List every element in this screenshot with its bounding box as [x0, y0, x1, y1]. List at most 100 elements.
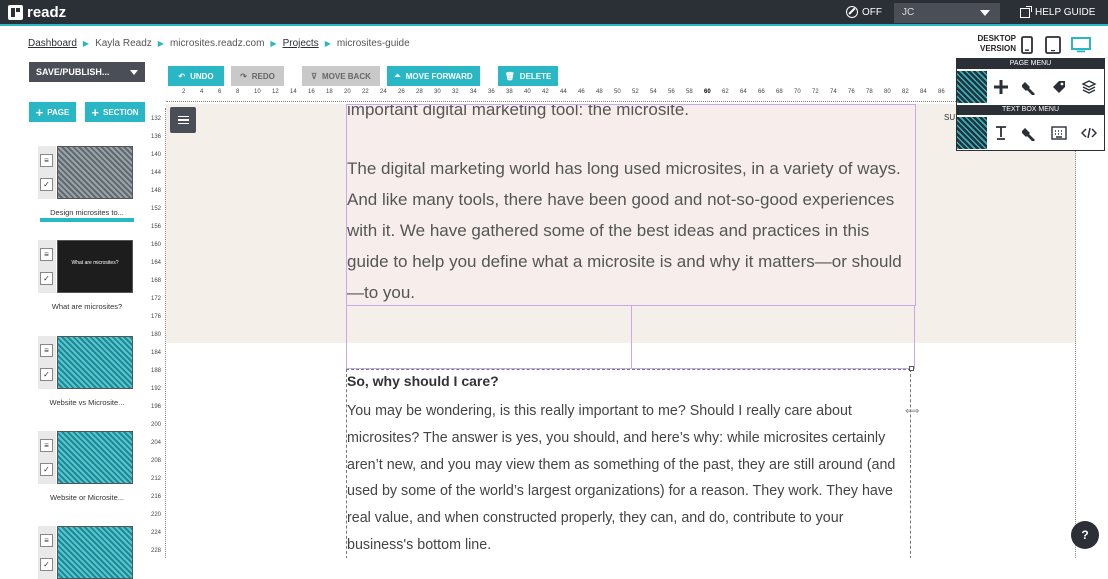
tablet-view-button[interactable] — [1045, 36, 1061, 59]
page-tag-button[interactable] — [1047, 75, 1071, 99]
desktop-icon — [1071, 37, 1091, 53]
ruler-tick-label: 18 — [326, 89, 333, 95]
delete-label: DELETE — [519, 71, 552, 81]
breadcrumb-separator-icon: ▶ — [324, 39, 331, 48]
ruler-tick-label: 16 — [308, 89, 315, 95]
page-caption: Website or Microsite... — [49, 493, 125, 502]
mobile-view-button[interactable] — [1021, 36, 1033, 59]
chat-question-icon: ? — [1081, 528, 1089, 542]
breadcrumb-separator-icon: ▶ — [157, 39, 164, 48]
two-column-block[interactable] — [346, 306, 915, 369]
page-settings-button[interactable] — [1018, 75, 1042, 99]
page-menu-icon[interactable]: ≡ — [40, 534, 53, 547]
page-visible-checkbox[interactable]: ✓ — [40, 463, 53, 476]
page-preview-image[interactable] — [57, 336, 133, 389]
delete-button[interactable]: 🗑︎ DELETE — [498, 66, 558, 86]
html-code-button[interactable] — [1077, 121, 1101, 145]
editor-canvas[interactable]: important digital marketing tool: the mi… — [166, 104, 1076, 558]
add-section-button[interactable]: + SECTION — [85, 102, 145, 122]
ruler-tick-label: 228 — [151, 548, 162, 554]
undo-button[interactable]: ↶ UNDO — [168, 66, 224, 86]
text-box-menu-title: TEXT BOX MENU — [957, 105, 1104, 115]
ruler-tick-label: 38 — [506, 89, 513, 95]
ruler-tick-label: 50 — [614, 89, 621, 95]
page-menu-icon[interactable]: ≡ — [40, 248, 53, 261]
page-preview-image[interactable] — [57, 146, 133, 199]
breadcrumb-projects[interactable]: Projects — [283, 38, 319, 49]
chevron-down-icon — [980, 10, 990, 16]
page-visible-checkbox[interactable]: ✓ — [40, 272, 53, 285]
desktop-view-button[interactable] — [1071, 37, 1091, 58]
page-caption: Design microsites to... — [50, 208, 124, 217]
text-box-menu-drag-handle[interactable] — [957, 117, 987, 149]
text-box-settings-button[interactable] — [1018, 121, 1042, 145]
page-preview-image[interactable] — [57, 526, 133, 579]
ruler-tick-label: 84 — [920, 89, 927, 95]
help-guide-link[interactable]: HELP GUIDE — [1020, 5, 1095, 18]
chat-help-button[interactable]: ? — [1071, 521, 1099, 549]
ruler-tick-label: 86 — [938, 89, 945, 95]
save-publish-dropdown[interactable]: SAVE/PUBLISH... — [29, 62, 145, 82]
device-version-label: DESKTOP VERSION — [964, 34, 1016, 54]
add-element-button[interactable] — [989, 75, 1013, 99]
ruler-tick-label: 32 — [452, 89, 459, 95]
preview-toggle-label: OFF — [862, 6, 882, 18]
ruler-tick-label: 74 — [830, 89, 837, 95]
text-format-icon — [996, 126, 1006, 140]
redo-icon: ↷ — [240, 71, 247, 81]
ruler-tick-label: 82 — [902, 89, 909, 95]
layers-button[interactable] — [1077, 75, 1101, 99]
text-box-style-button[interactable] — [1047, 121, 1071, 145]
add-page-button[interactable]: + PAGE — [29, 102, 76, 122]
ruler-tick-label: 44 — [560, 89, 567, 95]
section-menu-button[interactable] — [170, 107, 196, 133]
ruler-tick-label: 52 — [632, 89, 639, 95]
page-menu-drag-handle[interactable] — [957, 71, 987, 103]
body-text-box[interactable]: So, why should I care? You may be wonder… — [346, 369, 911, 558]
ruler-tick-label: 22 — [362, 89, 369, 95]
ruler-tick-label: 30 — [434, 89, 441, 95]
ruler-tick-label: 48 — [596, 89, 603, 95]
breadcrumb: Dashboard ▶ Kayla Readz ▶ microsites.rea… — [28, 38, 410, 49]
breadcrumb-dashboard[interactable]: Dashboard — [28, 38, 77, 49]
preview-toggle[interactable]: OFF — [846, 6, 882, 18]
resize-handle[interactable] — [909, 366, 914, 371]
ruler-tick-label: 36 — [488, 89, 495, 95]
ruler-tick-label: 140 — [151, 152, 162, 158]
move-forward-button[interactable]: ⏶ MOVE FORWARD — [387, 66, 480, 86]
move-forward-icon: ⏶ — [394, 71, 401, 80]
user-dropdown[interactable]: JC — [894, 3, 1000, 23]
page-preview-image[interactable]: What are microsites? — [57, 240, 133, 293]
ruler-tick-label: 204 — [151, 440, 162, 446]
page-menu-icon[interactable]: ≡ — [40, 154, 53, 167]
text-format-button[interactable] — [989, 121, 1013, 145]
page-preview-image[interactable] — [57, 431, 133, 484]
plus-icon: + — [35, 104, 44, 120]
ruler-tick-label: 12 — [272, 89, 279, 95]
page-visible-checkbox[interactable]: ✓ — [40, 558, 53, 571]
ruler-tick-label: 172 — [151, 296, 162, 302]
readz-logo[interactable]: readz — [8, 4, 66, 21]
ruler-tick-label: 8 — [236, 89, 240, 95]
floating-menu-panel: PAGE MENU TEXT BOX MENU — [956, 58, 1105, 151]
add-page-label: PAGE — [47, 107, 70, 117]
ruler-tick-label: 54 — [650, 89, 657, 95]
keyboard-icon — [1051, 126, 1067, 140]
page-menu-icon[interactable]: ≡ — [40, 344, 53, 357]
ruler-tick-label: 24 — [380, 89, 387, 95]
logo-text: readz — [27, 4, 67, 21]
page-visible-checkbox[interactable]: ✓ — [40, 368, 53, 381]
page-caption: What are microsites? — [51, 302, 123, 311]
ruler-tick-label: 2 — [182, 89, 186, 95]
power-icon — [846, 6, 858, 18]
page-visible-checkbox[interactable]: ✓ — [40, 178, 53, 191]
intro-text-box[interactable]: important digital marketing tool: the mi… — [346, 104, 916, 306]
move-back-button[interactable]: ⊽ MOVE BACK — [302, 66, 380, 86]
undo-icon: ↶ — [178, 71, 186, 81]
canvas-side-label: SU — [944, 113, 956, 122]
redo-button[interactable]: ↷ REDO — [231, 66, 284, 86]
page-menu-icon[interactable]: ≡ — [40, 439, 53, 452]
hammer-icon — [1022, 128, 1035, 141]
ruler-tick-label: 176 — [151, 314, 162, 320]
horizontal-resize-icon[interactable]: ⟺ — [905, 406, 919, 417]
